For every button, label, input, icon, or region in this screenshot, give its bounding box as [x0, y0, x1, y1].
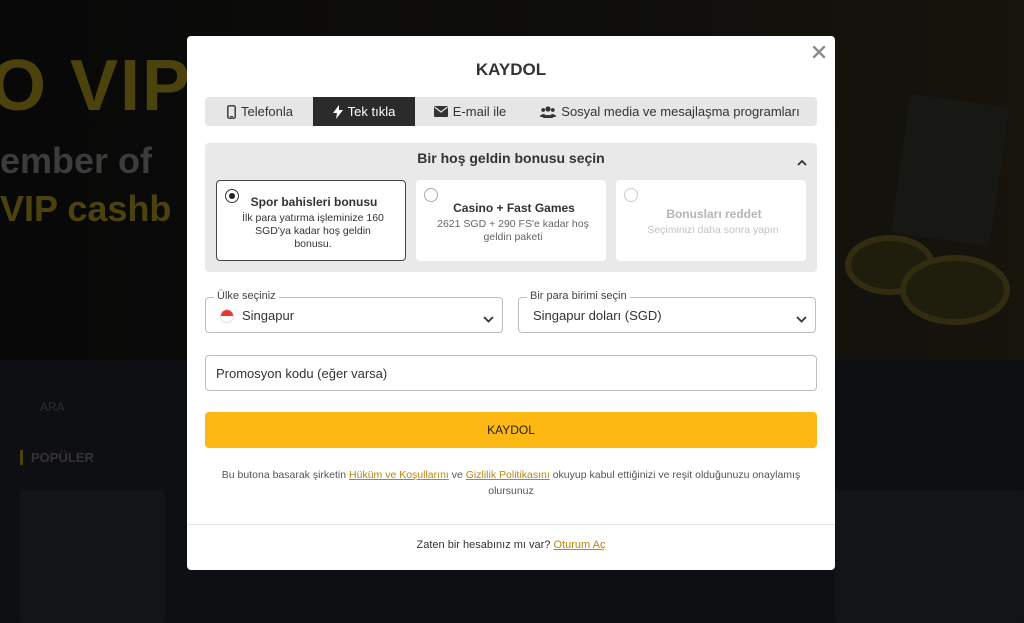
bonus-card-casino[interactable]: Casino + Fast Games 2621 SGD + 290 FS'e … [416, 180, 606, 261]
bonus-heading: Bir hoş geldin bonusu seçin [417, 150, 605, 166]
login-prompt-text: Zaten bir hesabınız mı var? [416, 539, 551, 551]
terms-conditions-link[interactable]: Hüküm ve Koşullarını [349, 469, 449, 481]
country-text: Singapur [242, 308, 295, 323]
phone-icon [227, 104, 236, 119]
bonus-card-title: Casino + Fast Games [453, 201, 575, 215]
tab-email[interactable]: E-mail ile [415, 97, 525, 126]
bonus-card-title: Spor bahisleri bonusu [250, 195, 378, 209]
close-icon[interactable] [809, 42, 829, 62]
users-icon [540, 105, 557, 118]
divider [187, 524, 835, 525]
bonus-card-decline[interactable]: Bonusları reddet Seçiminizi daha sonra y… [616, 180, 806, 261]
terms-prefix: Bu butona basarak şirketin [221, 469, 347, 481]
tab-label: Sosyal media ve mesajlaşma programları [561, 104, 800, 119]
modal-title: KAYDOL [475, 60, 547, 79]
chevron-up-icon[interactable] [797, 153, 807, 171]
chevron-down-icon [796, 310, 807, 328]
chevron-down-icon [483, 310, 494, 328]
terms-middle: ve [451, 469, 463, 481]
bonus-radio[interactable] [624, 188, 638, 202]
bonus-card-description: Seçiminizi daha sonra yapın [647, 224, 779, 236]
currency-value: Singapur doları (SGD) [533, 308, 662, 323]
bonus-card-description: İlk para yatırma işleminize 160 SGD'ya k… [242, 212, 384, 250]
bonus-card-title: Bonusları reddet [666, 207, 762, 221]
terms-text: Bu butona basarak şirketin Hüküm ve Koşu… [211, 467, 811, 499]
country-select[interactable]: Ülke seçiniz Singapur [205, 290, 503, 333]
register-button[interactable]: KAYDOL [205, 412, 817, 448]
country-label: Ülke seçiniz [214, 290, 279, 302]
welcome-bonus-section: Bir hoş geldin bonusu seçin Spor bahisle… [205, 143, 817, 272]
bonus-card-sports[interactable]: Spor bahisleri bonusu İlk para yatırma i… [216, 180, 406, 261]
login-link[interactable]: Oturum Aç [554, 539, 606, 551]
tab-label: E-mail ile [452, 104, 507, 119]
currency-select[interactable]: Bir para birimi seçin Singapur doları (S… [518, 290, 816, 333]
tab-one-click[interactable]: Tek tıkla [313, 97, 415, 126]
tab-label: Telefonla [240, 104, 294, 119]
currency-text: Singapur doları (SGD) [533, 308, 662, 323]
country-value: Singapur [220, 308, 294, 323]
privacy-policy-link[interactable]: Gizlilik Politikasını [466, 469, 550, 481]
tab-label: Tek tıkla [347, 104, 396, 119]
lightning-icon [332, 104, 343, 119]
registration-modal: KAYDOL Telefonla Tek tıkla E-mail ile So… [187, 36, 835, 570]
singapore-flag-icon [220, 308, 234, 323]
envelope-icon [433, 106, 448, 117]
tab-social[interactable]: Sosyal media ve mesajlaşma programları [525, 97, 815, 126]
tab-phone[interactable]: Telefonla [207, 97, 313, 126]
registration-method-tabs: Telefonla Tek tıkla E-mail ile Sosyal me… [205, 97, 817, 126]
bonus-radio[interactable] [424, 188, 438, 202]
bonus-card-description: 2621 SGD + 290 FS'e kadar hoş geldin pak… [437, 218, 589, 243]
login-prompt: Zaten bir hesabınız mı var? Oturum Aç [187, 539, 835, 551]
currency-label: Bir para birimi seçin [527, 290, 630, 302]
promo-code-input[interactable] [205, 355, 817, 391]
